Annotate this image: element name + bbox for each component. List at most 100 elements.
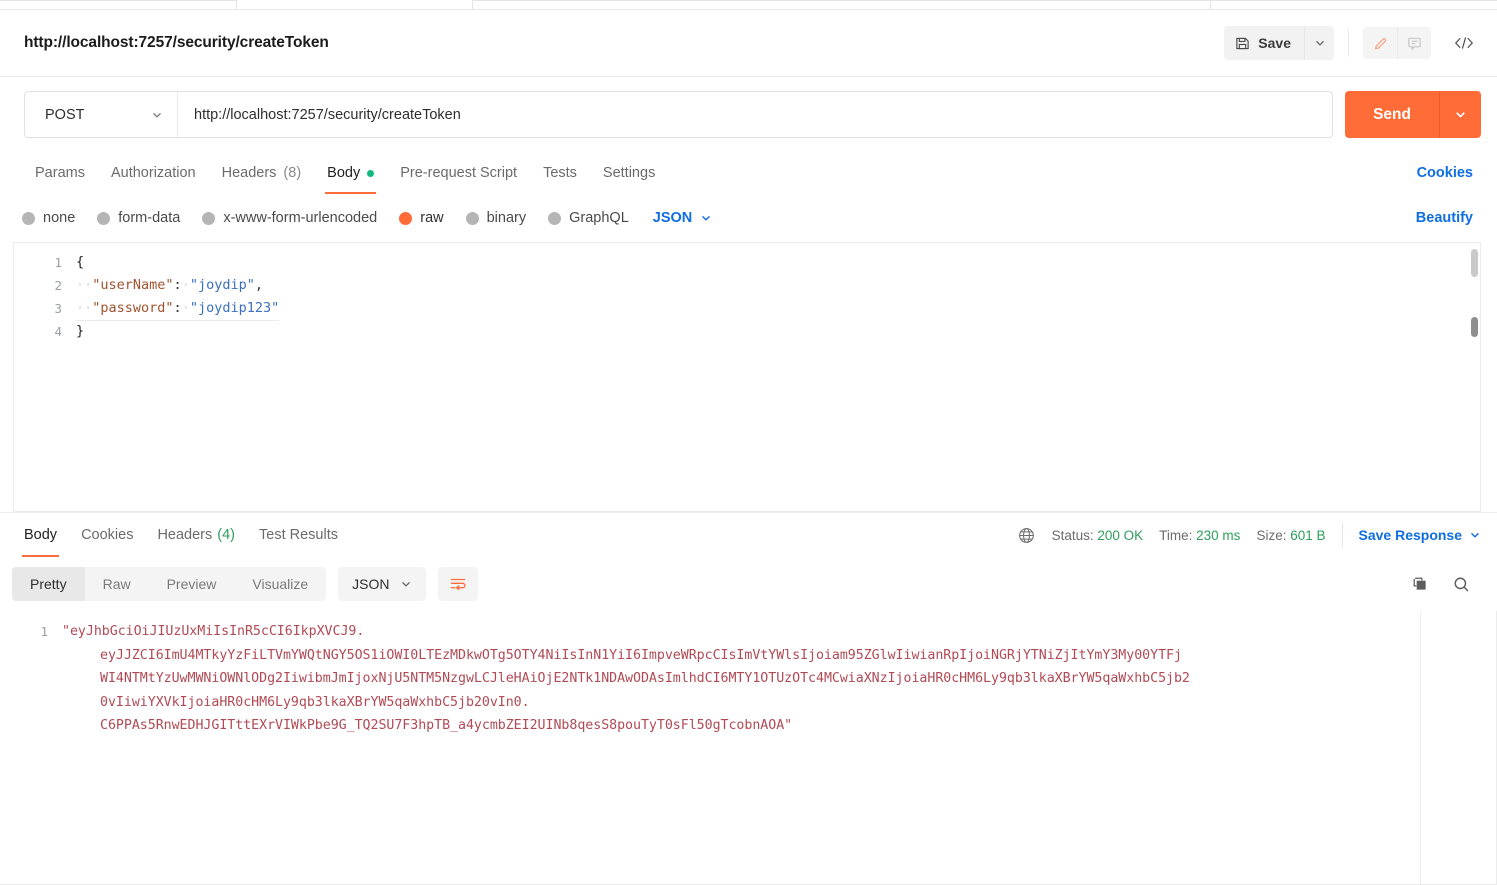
code-text: ··"password":·"joydip123" bbox=[76, 297, 280, 321]
body-format-label: JSON bbox=[652, 210, 693, 226]
editor-scrollbar-thumb-secondary[interactable] bbox=[1471, 317, 1478, 337]
response-tab-body[interactable]: Body bbox=[12, 513, 69, 557]
tab-label: Cookies bbox=[81, 527, 134, 543]
whitespace-dot: · bbox=[181, 299, 190, 316]
editor-scrollbar-thumb[interactable] bbox=[1471, 249, 1478, 277]
body-type-none[interactable]: none bbox=[22, 210, 75, 226]
json-colon: : bbox=[173, 299, 182, 316]
save-button[interactable]: Save bbox=[1224, 26, 1304, 60]
save-options-button[interactable] bbox=[1304, 26, 1334, 60]
view-preview-button[interactable]: Preview bbox=[149, 567, 235, 601]
tab-tests[interactable]: Tests bbox=[530, 152, 590, 194]
radio-icon bbox=[97, 211, 111, 225]
body-type-binary[interactable]: binary bbox=[465, 210, 527, 226]
request-body-code[interactable]: 1 { 2 ··"userName":·"joydip", 3 ··"passw… bbox=[14, 243, 1480, 343]
postman-app: http://localhost:7257/security/createTok… bbox=[0, 0, 1497, 885]
whitespace-dots: ·· bbox=[76, 299, 93, 316]
radio-icon-selected bbox=[399, 211, 413, 225]
response-line: C6PPAs5RnwEDHJGITttEXrVIWkPbe9G_TQ2SU7F3… bbox=[100, 718, 793, 733]
request-body-editor[interactable]: 1 { 2 ··"userName":·"joydip", 3 ··"passw… bbox=[13, 242, 1481, 512]
chevron-down-icon bbox=[700, 212, 712, 224]
view-visualize-button[interactable]: Visualize bbox=[234, 567, 326, 601]
body-type-x-www-form-urlencoded[interactable]: x-www-form-urlencoded bbox=[202, 210, 377, 226]
save-response-label: Save Response bbox=[1358, 527, 1463, 543]
radio-label: x-www-form-urlencoded bbox=[223, 210, 378, 226]
line-number: 2 bbox=[54, 278, 62, 293]
tab-badge: (8) bbox=[283, 165, 302, 181]
body-type-options: none form-data x-www-form-urlencoded raw… bbox=[0, 194, 1497, 242]
page-title: http://localhost:7257/security/createTok… bbox=[24, 34, 329, 51]
body-modified-dot-icon bbox=[367, 169, 375, 177]
tab-label: Tests bbox=[543, 165, 577, 181]
line-number: 1 bbox=[54, 255, 62, 270]
edit-pencil-button[interactable] bbox=[1363, 27, 1397, 59]
json-key: "userName" bbox=[92, 277, 174, 293]
globe-icon[interactable] bbox=[1017, 526, 1036, 545]
status-value: 200 OK bbox=[1097, 527, 1144, 543]
response-body-panel[interactable]: 1 "eyJhbGciOiJIUzUxMiIsInR5cCI6IkpXVCJ9.… bbox=[0, 611, 1497, 885]
tab-edge-line bbox=[1210, 0, 1497, 1]
chevron-down-icon bbox=[151, 109, 163, 121]
body-format-select[interactable]: JSON bbox=[653, 210, 713, 226]
response-tab-cookies[interactable]: Cookies bbox=[69, 513, 145, 557]
response-line: eyJJZCI6ImU4MTkyYzFiLTVmYWQtNGY5OS1iOWI0… bbox=[100, 647, 1182, 663]
size-label: Size: bbox=[1256, 527, 1287, 543]
tab-pre-request-script[interactable]: Pre-request Script bbox=[387, 152, 530, 194]
comment-button[interactable] bbox=[1397, 27, 1431, 59]
body-type-raw[interactable]: raw bbox=[399, 210, 444, 226]
radio-label: form-data bbox=[118, 210, 181, 226]
response-tab-test-results[interactable]: Test Results bbox=[247, 513, 350, 557]
floppy-disk-icon bbox=[1235, 36, 1250, 51]
view-pretty-button[interactable]: Pretty bbox=[12, 567, 85, 601]
code-text: ··"userName":·"joydip", bbox=[76, 274, 263, 297]
view-raw-button[interactable]: Raw bbox=[85, 567, 149, 601]
line-number: 4 bbox=[54, 324, 62, 339]
request-header: http://localhost:7257/security/createTok… bbox=[0, 10, 1497, 77]
pencil-icon bbox=[1372, 35, 1389, 52]
response-format-select[interactable]: JSON bbox=[338, 567, 426, 601]
beautify-link[interactable]: Beautify bbox=[1416, 210, 1481, 226]
tab-body[interactable]: Body bbox=[314, 152, 387, 194]
tab-label: Settings bbox=[602, 165, 656, 181]
tab-authorization[interactable]: Authorization bbox=[98, 152, 209, 194]
response-toolbar-actions bbox=[1411, 575, 1481, 594]
tab-settings[interactable]: Settings bbox=[590, 152, 668, 194]
wrap-lines-icon bbox=[449, 576, 467, 592]
whitespace-dot: · bbox=[181, 277, 190, 293]
response-format-label: JSON bbox=[352, 576, 390, 592]
response-toolbar: Pretty Raw Preview Visualize JSON bbox=[0, 557, 1497, 611]
code-line: 4 } bbox=[14, 320, 1480, 343]
status-label: Status: bbox=[1051, 527, 1094, 543]
tab-badge: (4) bbox=[217, 527, 235, 543]
body-type-graphql[interactable]: GraphQL bbox=[548, 210, 629, 226]
body-type-form-data[interactable]: form-data bbox=[97, 210, 180, 226]
response-meta-bar: Body Cookies Headers (4) Test Results St… bbox=[0, 512, 1497, 557]
http-method-select[interactable]: POST bbox=[25, 92, 178, 137]
radio-label: binary bbox=[486, 210, 527, 226]
radio-label: GraphQL bbox=[569, 210, 629, 226]
save-button-label: Save bbox=[1258, 35, 1291, 51]
search-icon[interactable] bbox=[1452, 575, 1471, 594]
code-text: { bbox=[76, 254, 85, 270]
cookies-link[interactable]: Cookies bbox=[1417, 165, 1481, 181]
wrap-lines-button[interactable] bbox=[437, 567, 478, 601]
code-snippet-button[interactable] bbox=[1447, 27, 1481, 59]
send-options-button[interactable] bbox=[1439, 91, 1481, 138]
tab-label: Authorization bbox=[110, 165, 196, 181]
tab-strip bbox=[0, 0, 1497, 10]
http-method-label: POST bbox=[45, 106, 85, 123]
tab-params[interactable]: Params bbox=[22, 152, 98, 194]
url-input[interactable] bbox=[178, 92, 1333, 137]
response-line: WI4NTMtYzUwMWNiOWNlODg2IiwibmJmIjoxNjU5N… bbox=[100, 671, 1190, 686]
radio-icon bbox=[22, 211, 35, 225]
save-response-button[interactable]: Save Response bbox=[1359, 527, 1482, 543]
comment-icon bbox=[1406, 35, 1423, 52]
send-button[interactable]: Send bbox=[1345, 91, 1439, 138]
response-tab-headers[interactable]: Headers (4) bbox=[145, 513, 247, 557]
response-status-group: Status: 200 OK Time: 230 ms Size: 601 B … bbox=[1017, 523, 1481, 547]
code-line: 2 ··"userName":·"joydip", bbox=[14, 274, 1480, 297]
url-bar-row: POST Send bbox=[0, 77, 1497, 152]
tab-headers[interactable]: Headers (8) bbox=[209, 152, 315, 194]
copy-icon[interactable] bbox=[1411, 575, 1430, 594]
code-line: 3 ··"password":·"joydip123" bbox=[14, 297, 1480, 321]
